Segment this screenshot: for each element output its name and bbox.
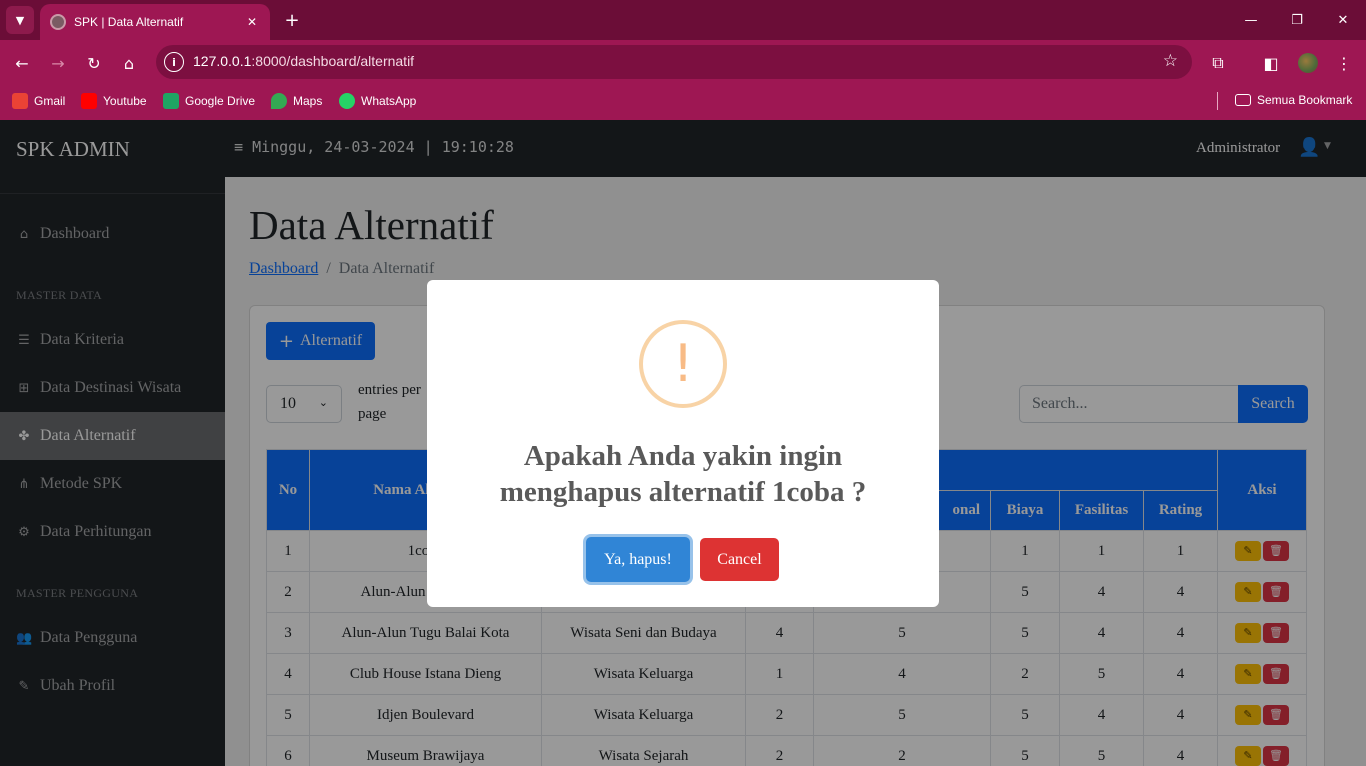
google-drive-icon: [163, 93, 179, 109]
address-bar[interactable]: i 127.0.0.1:8000/dashboard/alternatif ☆: [156, 45, 1192, 79]
site-info-icon[interactable]: i: [164, 52, 184, 72]
warning-icon: !: [639, 320, 727, 408]
tab-favicon-icon: [50, 14, 66, 30]
menu-dots-icon[interactable]: ⋮: [1330, 49, 1358, 77]
bookmarks-bar: Gmail Youtube Google Drive Maps WhatsApp…: [0, 86, 1366, 120]
all-bookmarks[interactable]: Semua Bookmark: [1235, 93, 1352, 107]
confirm-delete-dialog: ! Apakah Anda yakin ingin menghapus alte…: [427, 280, 939, 607]
reload-icon[interactable]: ↻: [80, 49, 108, 77]
extensions-icon[interactable]: ⧉: [1204, 49, 1232, 77]
tab-search-icon[interactable]: ▼: [6, 6, 34, 34]
bookmark-gmail[interactable]: Gmail: [12, 93, 65, 109]
folder-icon: [1235, 94, 1251, 106]
bookmark-maps[interactable]: Maps: [271, 93, 322, 109]
minimize-icon[interactable]: —: [1228, 6, 1274, 34]
forward-icon[interactable]: →: [44, 49, 72, 77]
profile-avatar-icon[interactable]: [1298, 53, 1318, 73]
window-close-icon[interactable]: ✕: [1320, 6, 1366, 34]
tab-title: SPK | Data Alternatif: [74, 15, 184, 29]
youtube-icon: [81, 93, 97, 109]
bookmark-whatsapp[interactable]: WhatsApp: [339, 93, 416, 109]
bookmarks-separator: [1217, 92, 1218, 110]
browser-tab-bar: ▼ SPK | Data Alternatif ✕ + — ❐ ✕: [0, 0, 1366, 40]
restore-icon[interactable]: ❐: [1274, 6, 1320, 34]
bookmark-youtube[interactable]: Youtube: [81, 93, 147, 109]
bookmark-star-icon[interactable]: ☆: [1163, 51, 1178, 71]
maps-icon: [271, 93, 287, 109]
back-icon[interactable]: ←: [8, 49, 36, 77]
new-tab-icon[interactable]: +: [280, 8, 304, 32]
bookmark-google-drive[interactable]: Google Drive: [163, 93, 255, 109]
cancel-button[interactable]: Cancel: [700, 538, 779, 581]
url-text: 127.0.0.1:8000/dashboard/alternatif: [193, 53, 415, 69]
whatsapp-icon: [339, 93, 355, 109]
side-panel-icon[interactable]: ◧: [1257, 49, 1285, 77]
tab-close-icon[interactable]: ✕: [242, 12, 262, 32]
browser-tab[interactable]: SPK | Data Alternatif ✕: [40, 4, 270, 40]
browser-toolbar: ← → ↻ ⌂ i 127.0.0.1:8000/dashboard/alter…: [0, 40, 1366, 86]
gmail-icon: [12, 93, 28, 109]
confirm-delete-button[interactable]: Ya, hapus!: [586, 537, 690, 582]
dialog-message: Apakah Anda yakin ingin menghapus altern…: [499, 440, 867, 508]
home-icon[interactable]: ⌂: [115, 49, 143, 77]
